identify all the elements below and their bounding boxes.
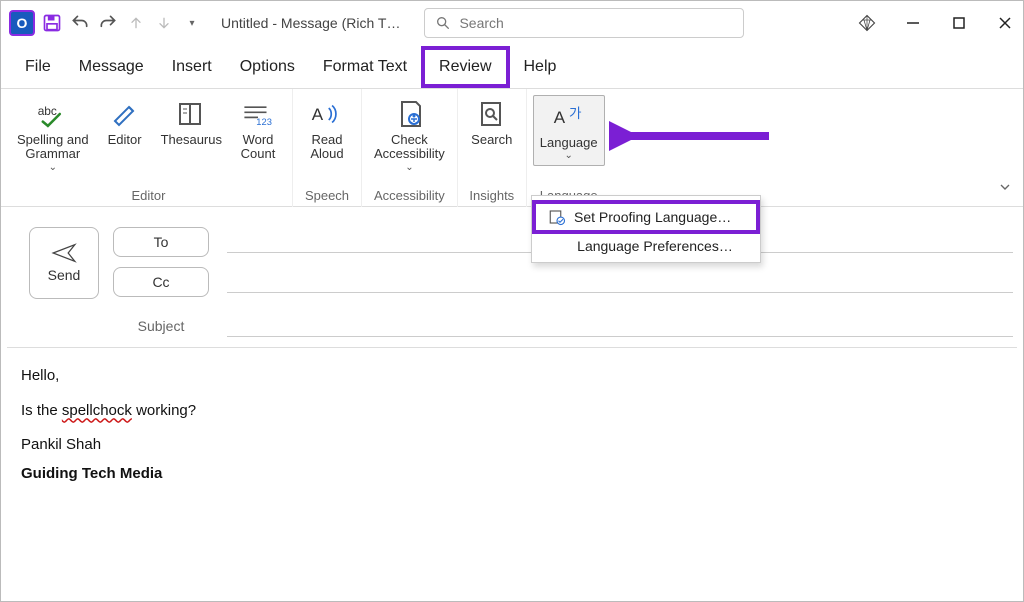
subject-field[interactable] [227,315,1013,337]
ribbon-group-editor: abc Spelling and Grammar ⌄ Editor Thesau… [5,89,293,207]
message-body[interactable]: Hello, Is the spellchock working? Pankil… [7,348,1017,502]
language-dropdown-menu: Set Proofing Language… Language Preferen… [531,195,761,263]
undo-icon[interactable] [69,12,91,34]
thesaurus-button[interactable]: Thesaurus [155,95,228,175]
language-icon: A가 [552,100,586,134]
arrow-up-icon[interactable] [125,12,147,34]
spelling-grammar-button[interactable]: abc Spelling and Grammar ⌄ [11,95,95,175]
check-accessibility-button[interactable]: Check Accessibility ⌄ [368,95,451,175]
spelling-grammar-label: Spelling and Grammar [17,133,89,162]
tab-message[interactable]: Message [65,50,158,84]
smart-search-button[interactable]: Search [464,95,520,149]
save-icon[interactable] [41,12,63,34]
ribbon-group-insights: Search Insights [458,89,527,207]
accessibility-icon [392,97,426,131]
svg-text:abc: abc [37,104,56,118]
search-icon [435,15,451,31]
svg-text:123: 123 [256,117,272,127]
close-button[interactable] [995,13,1015,33]
tab-review[interactable]: Review [421,46,509,88]
send-label: Send [48,267,81,283]
misspelled-word: spellchock [62,402,132,419]
language-label: Language [540,136,598,150]
minimize-button[interactable] [903,13,923,33]
search-placeholder: Search [459,15,503,31]
menu-set-proofing-label: Set Proofing Language… [574,209,731,225]
check-accessibility-label: Check Accessibility [374,133,445,162]
group-label-accessibility: Accessibility [374,188,445,205]
body-line1-prefix: Is the [21,402,62,419]
to-button[interactable]: To [113,227,209,257]
menu-language-preferences-label: Language Preferences… [577,238,733,254]
ribbon-group-speech: A Read Aloud Speech [293,89,362,207]
ribbon-group-accessibility: Check Accessibility ⌄ Accessibility [362,89,458,207]
send-icon [51,243,77,263]
read-aloud-button[interactable]: A Read Aloud [299,95,355,164]
tab-format-text[interactable]: Format Text [309,50,421,84]
outlook-app-icon: O [9,10,35,36]
compose-area: Send To Cc Subject Hello, Is the spellch… [1,207,1023,502]
title-bar: O ▾ Untitled - Message (Rich T… Search [1,1,1023,45]
group-label-speech: Speech [305,188,349,205]
tab-help[interactable]: Help [510,50,571,84]
maximize-button[interactable] [949,13,969,33]
svg-text:가: 가 [569,106,582,121]
arrow-down-icon[interactable] [153,12,175,34]
annotation-arrow-icon [609,116,779,156]
signature-org: Guiding Tech Media [21,460,1003,489]
body-line1-suffix: working? [132,402,196,419]
body-greeting: Hello, [21,362,1003,391]
menu-language-preferences[interactable]: Language Preferences… [532,234,760,258]
diamond-icon[interactable] [857,13,877,33]
tab-insert[interactable]: Insert [158,50,226,84]
editor-button[interactable]: Editor [97,95,153,175]
window-title: Untitled - Message (Rich T… [221,15,400,31]
subject-label: Subject [113,318,209,334]
ribbon-group-language: A가 Language ⌄ Language [527,89,611,207]
tab-file[interactable]: File [11,50,65,84]
word-count-icon: 123 [241,97,275,131]
body-line-1: Is the spellchock working? [21,397,1003,426]
cc-field[interactable] [227,271,1013,293]
thesaurus-label: Thesaurus [161,133,222,147]
svg-text:A: A [553,108,565,127]
customize-qat-icon[interactable]: ▾ [181,12,203,34]
search-icon [475,97,509,131]
editor-icon [108,97,142,131]
collapse-ribbon-button[interactable] [997,179,1013,200]
redo-icon[interactable] [97,12,119,34]
send-button[interactable]: Send [29,227,99,299]
svg-text:A: A [312,105,324,124]
group-label-editor: Editor [132,188,166,205]
smart-search-label: Search [471,133,512,147]
tab-options[interactable]: Options [226,50,309,84]
read-aloud-icon: A [310,97,344,131]
language-button[interactable]: A가 Language ⌄ [533,95,605,166]
proofing-language-icon [548,208,566,226]
word-count-button[interactable]: 123 Word Count [230,95,286,175]
ribbon: abc Spelling and Grammar ⌄ Editor Thesau… [1,89,1023,207]
group-label-insights: Insights [469,188,514,205]
cc-button[interactable]: Cc [113,267,209,297]
word-count-label: Word Count [241,133,276,162]
spelling-icon: abc [36,97,70,131]
window-controls [857,13,1015,33]
quick-access-toolbar: O ▾ [9,10,203,36]
menu-set-proofing-language[interactable]: Set Proofing Language… [532,200,760,234]
ribbon-tabs: File Message Insert Options Format Text … [1,45,1023,89]
signature-name: Pankil Shah [21,431,1003,460]
read-aloud-label: Read Aloud [310,133,343,162]
compose-header: Send To Cc Subject [7,217,1017,348]
editor-label: Editor [108,133,142,147]
search-input[interactable]: Search [424,8,744,38]
thesaurus-icon [174,97,208,131]
